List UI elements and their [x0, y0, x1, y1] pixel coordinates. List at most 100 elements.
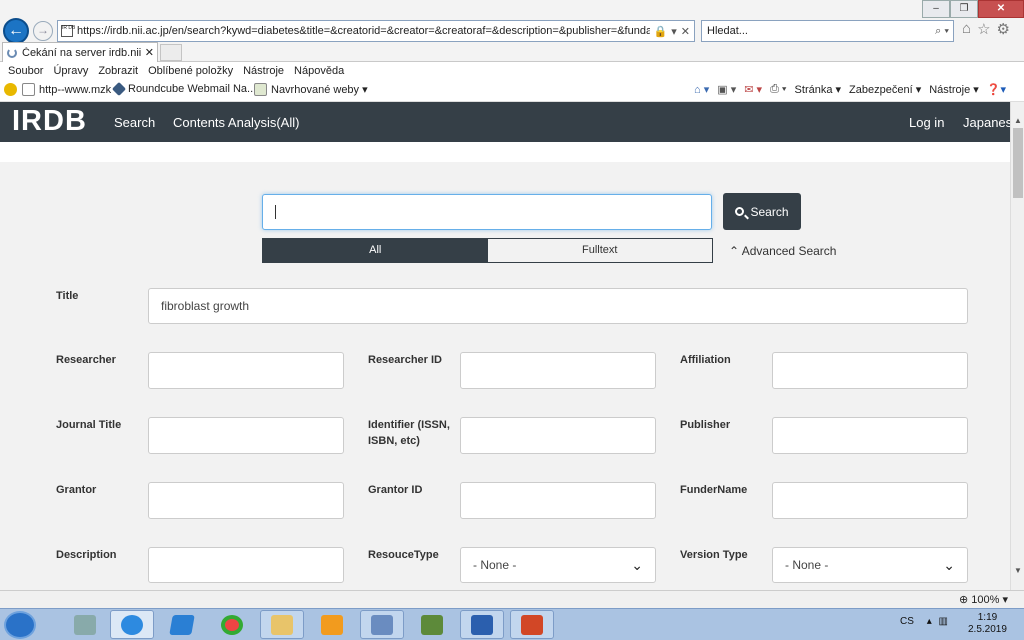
app-icon [169, 615, 195, 635]
safety-menu[interactable]: Zabezpečení ▾ [849, 83, 921, 96]
fav-suggested-sites[interactable]: Navrhované weby ▾ [254, 83, 368, 96]
suggested-sites-icon [254, 83, 267, 96]
taskbar-media[interactable] [310, 610, 354, 639]
taskbar-app-3[interactable] [160, 610, 204, 639]
fav-link-roundcube[interactable]: Roundcube Webmail Na... [111, 81, 257, 97]
window-controls: – ❐ ✕ [922, 0, 1024, 18]
keyword-search-input[interactable] [262, 194, 712, 230]
status-bar: ⊕ 100% ▾ [0, 590, 1024, 608]
affiliation-input[interactable] [772, 352, 968, 389]
mode-all-tab[interactable]: All [263, 239, 488, 262]
home-icon[interactable]: ⌂ [962, 20, 971, 38]
browser-search-placeholder: Hledat... [707, 25, 748, 37]
taskbar-powerpoint[interactable] [510, 610, 554, 639]
settings-gear-icon[interactable]: ⚙ [997, 20, 1010, 38]
grantor-input[interactable] [148, 482, 344, 519]
mode-fulltext-tab[interactable]: Fulltext [487, 239, 712, 262]
fav-link-mzk[interactable]: http--www.mzk [22, 83, 111, 96]
taskbar-chrome[interactable] [210, 610, 254, 639]
researcher-id-input[interactable] [460, 352, 656, 389]
description-label: Description [56, 549, 117, 561]
stop-icon[interactable]: ✕ [681, 25, 690, 38]
taskbar-app-1[interactable] [63, 610, 107, 639]
roundcube-icon [111, 81, 127, 97]
home-command-icon[interactable]: ⌂ ▾ [694, 83, 709, 96]
menu-file[interactable]: Soubor [8, 65, 43, 77]
advanced-search-link[interactable]: ⌃ Advanced Search [729, 244, 836, 258]
favorites-star-icon[interactable] [4, 83, 21, 96]
title-input[interactable]: fibroblast growth [148, 288, 968, 324]
start-button[interactable] [4, 611, 36, 639]
forward-button[interactable]: → [33, 21, 53, 41]
site-logo[interactable]: IRDB [12, 105, 87, 138]
nav-japanese[interactable]: Japanese [963, 115, 1010, 130]
journal-title-input[interactable] [148, 417, 344, 454]
minimize-button[interactable]: – [922, 0, 950, 18]
tray-arrow-icon[interactable]: ▴ [927, 616, 932, 627]
dropdown-icon[interactable]: ▾ [671, 25, 677, 38]
taskbar-word[interactable] [460, 610, 504, 639]
researcher-input[interactable] [148, 352, 344, 389]
chevron-down-icon: ⌄ [631, 556, 643, 573]
publisher-input[interactable] [772, 417, 968, 454]
star-icon [4, 83, 17, 96]
zoom-level: 100% [971, 594, 1000, 606]
page-scrollbar[interactable]: ▲ ▼ [1010, 102, 1024, 590]
browser-tab-active[interactable]: Čekání na server irdb.nii.ac.jp ✕ [2, 42, 158, 62]
favorites-star-icon[interactable]: ☆ [977, 20, 990, 38]
nav-contents-analysis[interactable]: Contents Analysis(All) [173, 115, 299, 130]
page-menu[interactable]: Stránka ▾ [795, 83, 842, 96]
version-type-label: Version Type [680, 549, 748, 561]
taskbar-minecraft[interactable] [410, 610, 454, 639]
advanced-search-label: Advanced Search [741, 244, 837, 258]
network-icon[interactable]: ▥ [939, 616, 948, 627]
fav-link-label: Roundcube Webmail Na... [128, 83, 257, 95]
address-bar[interactable]: IR DB https://irdb.nii.ac.jp/en/search?k… [57, 20, 695, 42]
feeds-icon[interactable]: ▣ ▾ [717, 83, 736, 96]
menu-tools[interactable]: Nástroje [243, 65, 284, 77]
search-button-label: Search [750, 204, 789, 219]
scroll-down-icon[interactable]: ▼ [1014, 566, 1022, 575]
zoom-control[interactable]: ⊕ 100% ▾ [959, 593, 1008, 606]
affiliation-label: Affiliation [680, 354, 731, 366]
maximize-button[interactable]: ❐ [950, 0, 978, 18]
close-window-button[interactable]: ✕ [978, 0, 1024, 18]
nav-login[interactable]: Log in [909, 115, 944, 130]
grantor-id-input[interactable] [460, 482, 656, 519]
taskbar-app-7[interactable] [360, 610, 404, 639]
taskbar-explorer[interactable] [260, 610, 304, 639]
browser-search-field[interactable]: Hledat... ⌕ ▾ [701, 20, 954, 42]
back-button[interactable]: ← [3, 18, 29, 44]
taskbar-internet-explorer[interactable] [110, 610, 154, 639]
windows-taskbar: CS ▴ ▥ 1:19 2.5.2019 [0, 608, 1024, 640]
menu-help[interactable]: Nápověda [294, 65, 344, 77]
search-mode-toggle: All Fulltext [262, 238, 713, 263]
menu-view[interactable]: Zobrazit [98, 65, 138, 77]
clock-time: 1:19 [977, 612, 998, 623]
resource-type-selected: - None - [473, 558, 517, 572]
help-icon[interactable]: ❓▾ [987, 83, 1006, 96]
new-tab-button[interactable] [160, 44, 182, 61]
clock-date: 2.5.2019 [968, 624, 1007, 635]
description-input[interactable] [148, 547, 344, 583]
search-icon[interactable]: ⌕ ▾ [935, 25, 949, 38]
search-button[interactable]: Search [723, 193, 801, 230]
system-clock[interactable]: 1:19 2.5.2019 [968, 612, 1007, 636]
publisher-label: Publisher [680, 419, 731, 431]
identifier-input[interactable] [460, 417, 656, 454]
scrollbar-thumb[interactable] [1013, 128, 1023, 198]
scroll-up-icon[interactable]: ▲ [1014, 116, 1022, 125]
resource-type-select[interactable]: - None - ⌄ [460, 547, 656, 583]
magnifier-icon [735, 207, 745, 216]
tab-close-icon[interactable]: ✕ [145, 46, 154, 59]
mail-icon[interactable]: ✉ ▾ [744, 83, 762, 96]
menu-favorites[interactable]: Oblíbené položky [148, 65, 233, 77]
nav-search[interactable]: Search [114, 115, 155, 130]
tools-menu[interactable]: Nástroje ▾ [929, 83, 979, 96]
page-icon [22, 83, 35, 96]
print-icon[interactable]: ⎙ ▾ [770, 83, 786, 96]
menu-edit[interactable]: Úpravy [53, 65, 88, 77]
funder-name-input[interactable] [772, 482, 968, 519]
version-type-select[interactable]: - None - ⌄ [772, 547, 968, 583]
language-indicator[interactable]: CS [900, 616, 914, 627]
